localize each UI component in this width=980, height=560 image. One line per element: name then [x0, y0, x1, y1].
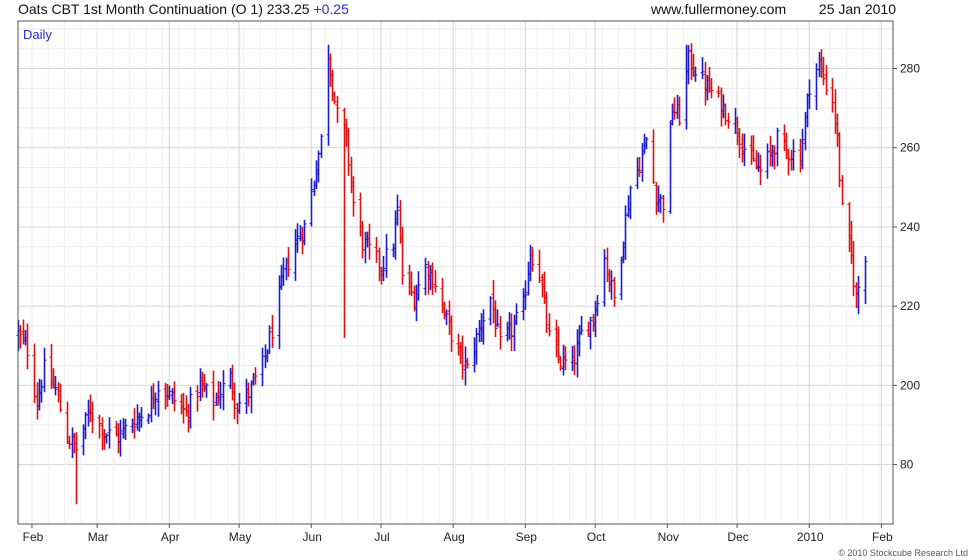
x-axis: Feb Mar Apr May Jun Jul Aug Sep Oct Nov Dec 2010 Feb — [23, 524, 893, 544]
y-tick-label: 280 — [900, 62, 920, 76]
chart-grid — [18, 21, 893, 524]
x-tick-label: 2010 — [797, 530, 824, 544]
x-tick-label: Oct — [587, 530, 606, 544]
x-tick-label: Sep — [516, 530, 538, 544]
x-tick-label: Apr — [161, 530, 180, 544]
price-chart: 80 200 220 240 260 280 Feb Mar Apr May Jun Jul Aug S… — [16, 20, 920, 544]
period-label: Daily — [23, 27, 52, 42]
x-tick-label: May — [229, 530, 252, 544]
y-axis: 80 200 220 240 260 280 — [893, 62, 920, 472]
x-tick-label: Mar — [88, 530, 109, 544]
x-tick-label: Nov — [658, 530, 679, 544]
x-tick-label: Aug — [443, 530, 464, 544]
y-tick-label: 220 — [900, 299, 920, 313]
x-tick-label: Dec — [727, 530, 748, 544]
x-tick-label: Jul — [374, 530, 389, 544]
x-tick-label: Jun — [303, 530, 322, 544]
y-tick-label: 200 — [900, 378, 920, 392]
x-tick-label: Feb — [872, 530, 893, 544]
y-tick-label: 80 — [900, 458, 914, 472]
y-tick-label: 240 — [900, 220, 920, 234]
y-tick-label: 260 — [900, 141, 920, 155]
x-tick-label: Feb — [23, 530, 44, 544]
ohlc-bars — [16, 43, 868, 505]
copyright-notice: © 2010 Stockcube Research Ltd — [838, 548, 968, 558]
